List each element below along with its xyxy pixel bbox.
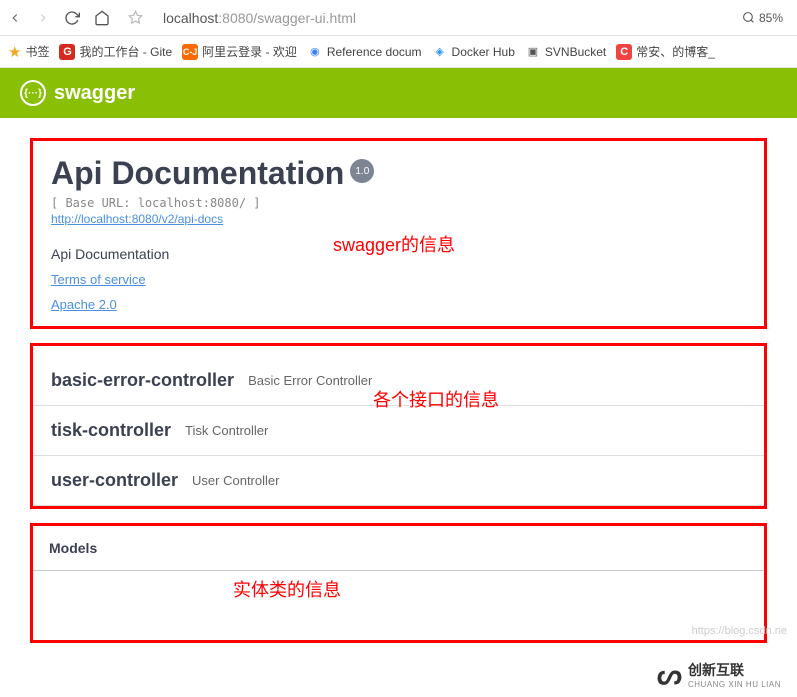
- home-icon[interactable]: [94, 10, 110, 26]
- bookmarks-bar: ★书签 G我的工作台 - Gite C-J阿里云登录 - 欢迎 ◉Referen…: [0, 36, 797, 68]
- zoom-value: 85%: [759, 11, 783, 25]
- api-docs-link[interactable]: http://localhost:8080/v2/api-docs: [51, 212, 223, 226]
- url-path: :8080/swagger-ui.html: [218, 10, 356, 26]
- controller-name: tisk-controller: [51, 420, 171, 441]
- controller-name: user-controller: [51, 470, 178, 491]
- controller-row[interactable]: tisk-controller Tisk Controller: [33, 406, 764, 456]
- models-section: Models 实体类的信息: [30, 523, 767, 643]
- footer-sub: CHUANG XIN HU LIAN: [688, 680, 781, 689]
- controller-desc: Tisk Controller: [185, 423, 268, 438]
- base-url: [ Base URL: localhost:8080/ ]: [51, 196, 746, 210]
- url-host: localhost: [163, 10, 218, 26]
- license-link[interactable]: Apache 2.0: [51, 297, 746, 312]
- controller-desc: Basic Error Controller: [248, 373, 372, 388]
- gitee-icon: G: [59, 44, 75, 60]
- docker-icon: ◈: [432, 44, 448, 60]
- annotation-controllers: 各个接口的信息: [373, 386, 499, 412]
- bookmark-item[interactable]: G我的工作台 - Gite: [59, 43, 172, 60]
- aliyun-icon: C-J: [182, 44, 198, 60]
- swagger-header: {···} swagger: [0, 68, 797, 118]
- terms-link[interactable]: Terms of service: [51, 272, 746, 287]
- controller-name: basic-error-controller: [51, 370, 234, 391]
- swagger-brand-text: swagger: [54, 82, 135, 105]
- url-bar[interactable]: localhost:8080/swagger-ui.html: [157, 10, 728, 26]
- models-header[interactable]: Models: [33, 526, 764, 571]
- controller-row[interactable]: user-controller User Controller: [33, 456, 764, 506]
- browser-nav-bar: localhost:8080/swagger-ui.html 85%: [0, 0, 797, 36]
- star-icon: ★: [8, 43, 21, 61]
- api-title: Api Documentation: [51, 155, 344, 192]
- footer-brand: 创新互联: [688, 660, 781, 680]
- reload-icon[interactable]: [64, 10, 80, 26]
- controller-desc: User Controller: [192, 473, 279, 488]
- csdn-icon: C: [616, 44, 632, 60]
- watermark: https://blog.csdn.ne: [692, 625, 787, 637]
- globe-icon: ◉: [307, 44, 323, 60]
- swagger-logo[interactable]: {···} swagger: [20, 80, 135, 106]
- page-content: Api Documentation 1.0 [ Base URL: localh…: [0, 118, 797, 643]
- bookmark-item[interactable]: ◈Docker Hub: [432, 44, 515, 60]
- footer-logo: ᔕ 创新互联 CHUANG XIN HU LIAN: [641, 652, 797, 697]
- footer-logo-icon: ᔕ: [657, 658, 682, 691]
- swagger-info-section: Api Documentation 1.0 [ Base URL: localh…: [30, 138, 767, 329]
- forward-icon[interactable]: [36, 11, 50, 25]
- controllers-section: basic-error-controller Basic Error Contr…: [30, 343, 767, 509]
- annotation-models: 实体类的信息: [233, 576, 341, 602]
- version-badge: 1.0: [350, 159, 374, 183]
- bookmark-item[interactable]: C-J阿里云登录 - 欢迎: [182, 43, 297, 60]
- swagger-logo-icon: {···}: [20, 80, 46, 106]
- back-icon[interactable]: [8, 11, 22, 25]
- annotation-info: swagger的信息: [333, 231, 455, 257]
- zoom-indicator[interactable]: 85%: [742, 11, 783, 25]
- bookmark-item[interactable]: ★书签: [8, 43, 49, 61]
- bookmark-item[interactable]: ▣SVNBucket: [525, 44, 606, 60]
- bookmark-item[interactable]: ◉Reference docum: [307, 44, 422, 60]
- svn-icon: ▣: [525, 44, 541, 60]
- zoom-icon: [742, 11, 755, 24]
- bookmark-item[interactable]: C常安、的博客_: [616, 43, 715, 60]
- favorite-icon[interactable]: [128, 10, 143, 25]
